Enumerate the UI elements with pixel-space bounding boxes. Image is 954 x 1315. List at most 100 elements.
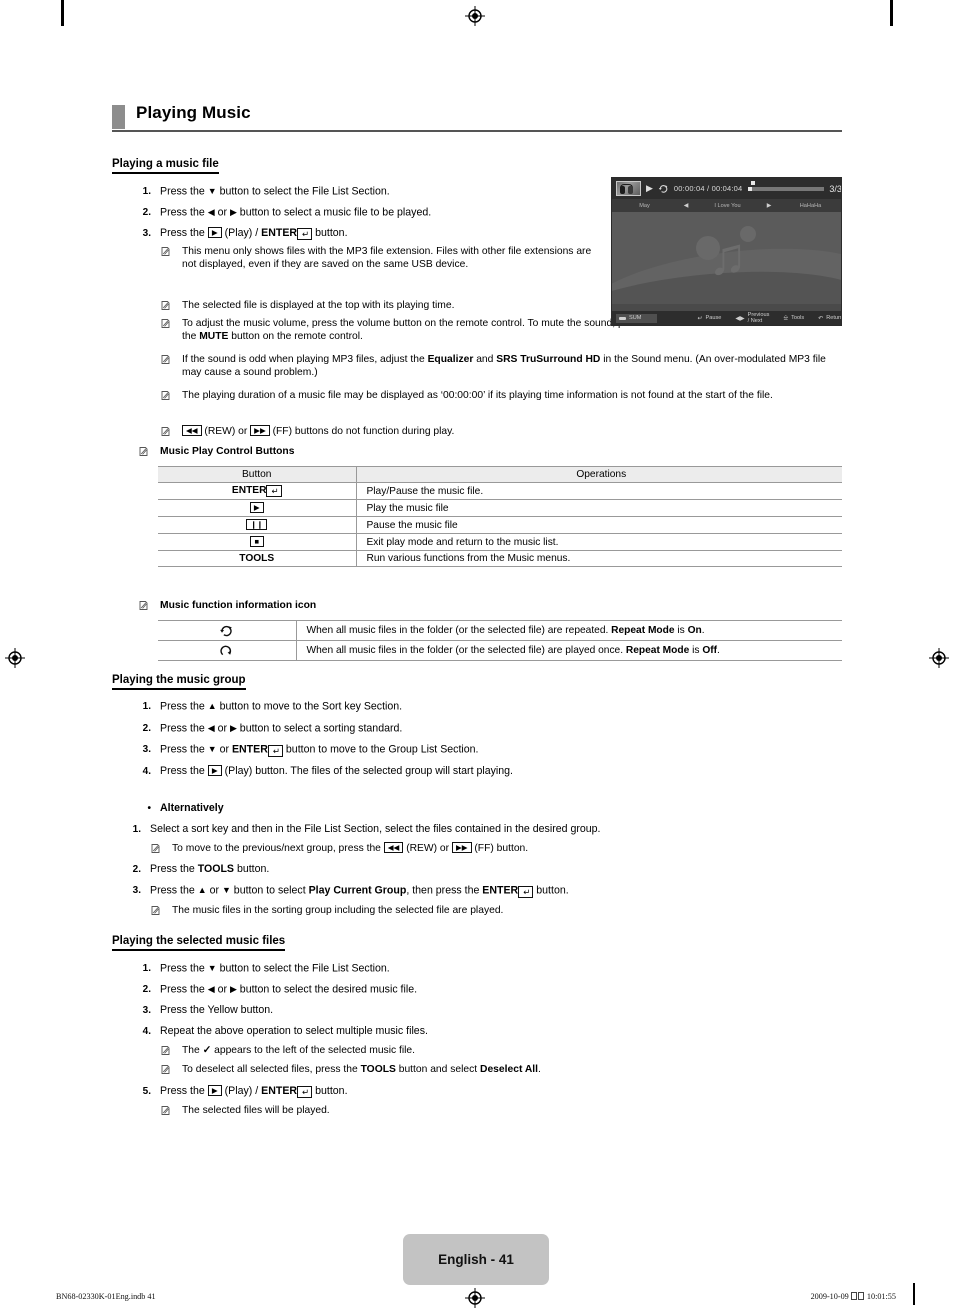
table-cell-operation: Exit play mode and return to the music l…: [356, 533, 842, 551]
note-pencil-icon: [160, 1104, 182, 1116]
column-header-operations: Operations: [356, 466, 842, 483]
table-cell-description: When all music files in the folder (or t…: [296, 620, 842, 641]
repeat-off-icon: [158, 640, 297, 661]
step-item: 1. Press the ▼ button to select the File…: [138, 185, 598, 199]
step-text: Press the ▲ button to move to the Sort k…: [160, 700, 403, 713]
step-text: Press the ▼ button to select the File Li…: [160, 185, 390, 198]
unrendered-glyph: [858, 1292, 865, 1300]
step-item: 3. Press the ▼ or ENTER ↵ button to move …: [138, 743, 698, 757]
track-counter: 3/37: [829, 183, 842, 194]
note-item: The ✓ appears to the left of the selecte…: [160, 1044, 780, 1057]
note-pencil-icon: [150, 904, 172, 916]
step-item: 4. Press the ▶ (Play) button. The files …: [138, 765, 698, 778]
previous-arrow-icon[interactable]: ◀: [677, 202, 695, 209]
next-arrow-icon[interactable]: ▶: [760, 202, 778, 209]
note-text: The music files in the sorting group inc…: [172, 905, 504, 916]
step-number: 5.: [142, 1086, 151, 1097]
page-number-badge: English - 41: [403, 1234, 549, 1285]
note-pencil-icon: [160, 353, 182, 365]
step-text: Press the ▶ (Play) / ENTER ↵ button.: [160, 227, 348, 240]
note-item: To deselect all selected files, press th…: [160, 1063, 780, 1076]
hint-pause[interactable]: ↵ Pause: [697, 315, 721, 322]
table-row: ❙❙ Pause the music file: [158, 516, 842, 534]
note-item: The playing duration of a music file may…: [160, 389, 842, 402]
note-pencil-icon: [138, 445, 160, 457]
note-item: The music files in the sorting group inc…: [150, 904, 770, 917]
note-text: ◀◀ (REW) or ▶▶ (FF) buttons do not funct…: [182, 425, 660, 438]
note-item: This menu only shows files with the MP3 …: [160, 245, 598, 271]
table-cell-button: ▶: [158, 499, 357, 517]
chapter-tab-marker: [112, 105, 125, 129]
section-heading-music-file: Playing a music file: [112, 158, 219, 174]
tv-hints: ↵ Pause ◀▶ Previous / Next ⎒ Tools ↶ Ret…: [683, 312, 842, 324]
table-cell-button: ■: [158, 533, 357, 551]
note-text: The playing duration of a music file may…: [182, 390, 773, 401]
registration-mark-right: [929, 648, 949, 668]
note-text: The ✓ appears to the left of the selecte…: [182, 1045, 416, 1056]
page-number-label: English - 41: [438, 1252, 514, 1267]
hint-return-label: Return: [826, 315, 842, 321]
hint-return[interactable]: ↶ Return: [818, 315, 842, 322]
note-pencil-icon: [150, 842, 172, 854]
step-text: Press the ▶ (Play) button. The files of …: [160, 765, 513, 777]
repeat-on-icon: [158, 620, 297, 641]
table-row: When all music files in the folder (or t…: [158, 620, 842, 641]
step-item: 3. Press the ▲ or ▼ button to select Pla…: [128, 884, 788, 898]
progress-handle[interactable]: [751, 181, 756, 185]
table-cell-operation: Play the music file: [356, 499, 842, 517]
step-number: 3.: [142, 228, 151, 239]
alternatively-label: Alternatively: [160, 802, 224, 814]
table-cell-button: ENTER ↵: [158, 482, 357, 500]
elapsed-time: 00:00:04: [673, 184, 705, 193]
left-right-icon: ◀▶: [735, 315, 745, 322]
note-item: Music Play Control Buttons: [138, 445, 638, 458]
step-number: 4.: [142, 1026, 151, 1037]
registration-mark-left: [5, 648, 25, 668]
hint-pause-label: Pause: [705, 315, 722, 321]
footer-timestamp: 2009-10-09 10:01:55: [811, 1292, 896, 1301]
previous-track-label: May: [639, 202, 650, 209]
note-text: If the sound is odd when playing MP3 fil…: [182, 354, 826, 379]
hint-tools-label: Tools: [791, 315, 805, 321]
step-text: Press the ◀ or ▶ button to select the de…: [160, 983, 418, 996]
hint-previous-next[interactable]: ◀▶ Previous / Next: [735, 312, 769, 324]
source-label: SUM: [629, 315, 642, 321]
note-item: To adjust the music volume, press the vo…: [160, 317, 660, 343]
source-indicator: SUM: [616, 313, 658, 323]
table-row: ENTER ↵ Play/Pause the music file.: [158, 482, 842, 500]
note-text: Music Play Control Buttons: [160, 446, 295, 457]
note-item: Music function information icon: [138, 599, 638, 612]
step-text: Press the ◀ or ▶ button to select a sort…: [160, 722, 403, 735]
step-text: Press the ▼ or ENTER ↵ button to move to …: [160, 743, 479, 757]
time-separator: /: [707, 184, 710, 193]
step-text: Select a sort key and then in the File L…: [150, 823, 601, 835]
table-cell-description: When all music files in the folder (or t…: [296, 640, 842, 661]
hint-tools[interactable]: ⎒ Tools: [783, 315, 804, 322]
album-art-thumbnail: [616, 181, 641, 196]
table-row: ▶ Play the music file: [158, 499, 842, 517]
step-item: 2. Press the ◀ or ▶ button to select a m…: [138, 206, 598, 220]
progress-fill: [748, 186, 753, 191]
step-text: Press the ▲ or ▼ button to select Play C…: [150, 884, 569, 898]
note-item: The selected file is displayed at the to…: [160, 299, 660, 312]
table-row: TOOLS Run various functions from the Mus…: [158, 550, 842, 567]
play-icon: ▶: [646, 183, 653, 193]
table-cell-operation: Run various functions from the Music men…: [356, 550, 842, 567]
step-item: 4. Repeat the above operation to select …: [138, 1025, 698, 1038]
step-text: Press the TOOLS button.: [150, 863, 270, 875]
note-text: The selected file is displayed at the to…: [182, 300, 455, 311]
table-cell-operation: Pause the music file: [356, 516, 842, 534]
step-item: 1. Press the ▼ button to select the File…: [138, 962, 698, 976]
enter-key-icon: ↵: [697, 315, 703, 322]
step-text: Press the ◀ or ▶ button to select a musi…: [160, 206, 432, 219]
progress-bar[interactable]: [748, 181, 825, 192]
step-number: 1.: [142, 963, 151, 974]
note-pencil-icon: [160, 389, 182, 401]
note-pencil-icon: [160, 425, 182, 437]
tv-music-player-screenshot: ▶ 00:00:04 / 00:04:04 3/37 May ◀ I Love …: [611, 177, 842, 326]
step-item: 5. Press the ▶ (Play) / ENTER ↵ button.: [138, 1085, 698, 1098]
crop-mark-bottom-right: [913, 1283, 915, 1305]
tv-player-canvas: ♫: [612, 212, 841, 304]
step-text: Repeat the above operation to select mul…: [160, 1025, 428, 1037]
note-item: If the sound is odd when playing MP3 fil…: [160, 353, 842, 379]
